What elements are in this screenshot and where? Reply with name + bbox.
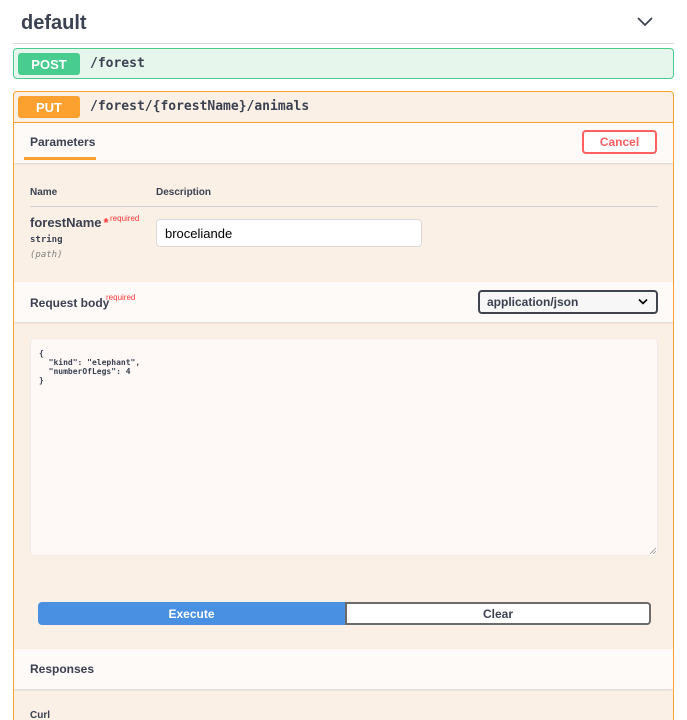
- resize-handle-icon[interactable]: [650, 548, 656, 554]
- parameter-type: string: [30, 235, 63, 245]
- execute-button[interactable]: Execute: [38, 602, 345, 625]
- content-type-value: application/json: [487, 295, 579, 309]
- responses-header: Responses: [14, 649, 673, 689]
- operation-path: /forest/{forestName}/animals: [90, 99, 310, 114]
- method-badge-post: POST: [18, 53, 80, 75]
- responses-title: Responses: [30, 662, 95, 676]
- operation-path: /forest: [90, 56, 145, 71]
- content-type-select[interactable]: application/json: [478, 290, 658, 314]
- request-body-editor[interactable]: { "kind": "elephant", "numberOfLegs": 4 …: [30, 338, 658, 556]
- operation-put-forest-animals: PUT /forest/{forestName}/animals Paramet…: [13, 91, 674, 720]
- parameters-header: Parameters Cancel: [14, 123, 673, 163]
- operation-summary[interactable]: PUT /forest/{forestName}/animals: [14, 92, 673, 123]
- required-star: *: [103, 215, 109, 230]
- tag-title: default: [21, 12, 87, 34]
- execute-button-group: Execute Clear: [38, 602, 651, 625]
- forest-name-input[interactable]: [156, 219, 422, 247]
- parameter-name-text: forestName: [30, 215, 102, 230]
- required-label: required: [110, 214, 140, 223]
- parameter-location: (path): [30, 250, 63, 260]
- cancel-button[interactable]: Cancel: [582, 130, 657, 154]
- chevron-down-icon: [638, 298, 648, 305]
- tag-header[interactable]: default: [13, 0, 674, 44]
- column-header-description: Description: [156, 187, 212, 198]
- method-badge-put: PUT: [18, 96, 80, 118]
- required-label: required: [106, 293, 136, 302]
- curl-label: Curl: [30, 710, 50, 720]
- tab-parameters[interactable]: Parameters: [30, 135, 95, 149]
- parameter-name: forestName *: [30, 215, 109, 230]
- divider: [30, 206, 658, 207]
- tab-active-indicator: [24, 157, 96, 160]
- request-body-title: Request body: [30, 296, 110, 310]
- clear-button[interactable]: Clear: [345, 602, 651, 625]
- chevron-down-icon[interactable]: [635, 12, 655, 32]
- request-body-header: Request body required application/json: [14, 282, 673, 322]
- column-header-name: Name: [30, 187, 58, 198]
- operation-post-forest[interactable]: POST /forest: [13, 48, 674, 79]
